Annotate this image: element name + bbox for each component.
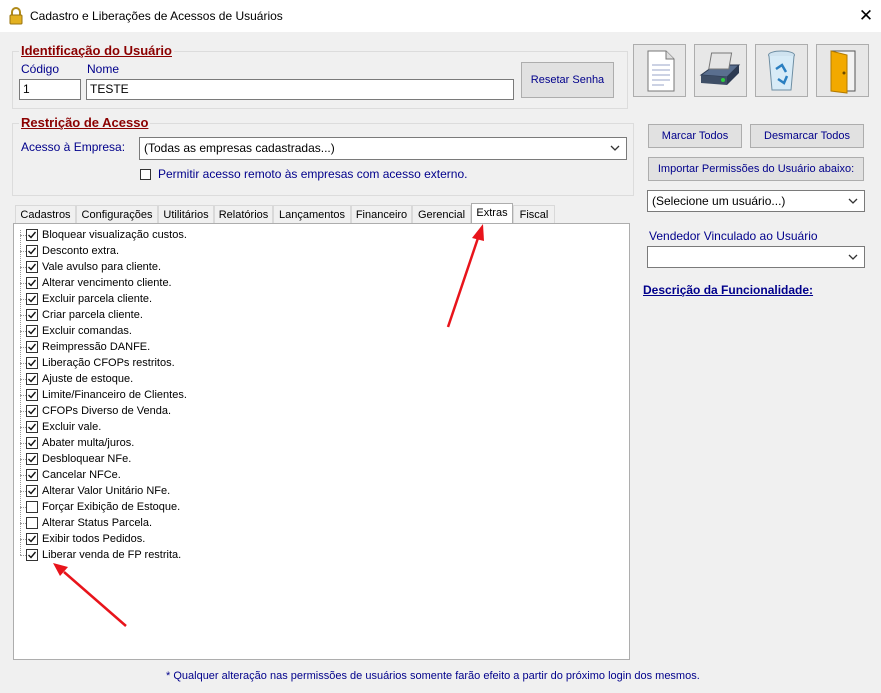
arrow-to-extras-tab	[446, 224, 484, 328]
footnote: * Qualquer alteração nas permissões de u…	[166, 670, 700, 682]
arrow-to-last-permission	[53, 563, 127, 627]
annotation-arrows	[53, 224, 484, 627]
